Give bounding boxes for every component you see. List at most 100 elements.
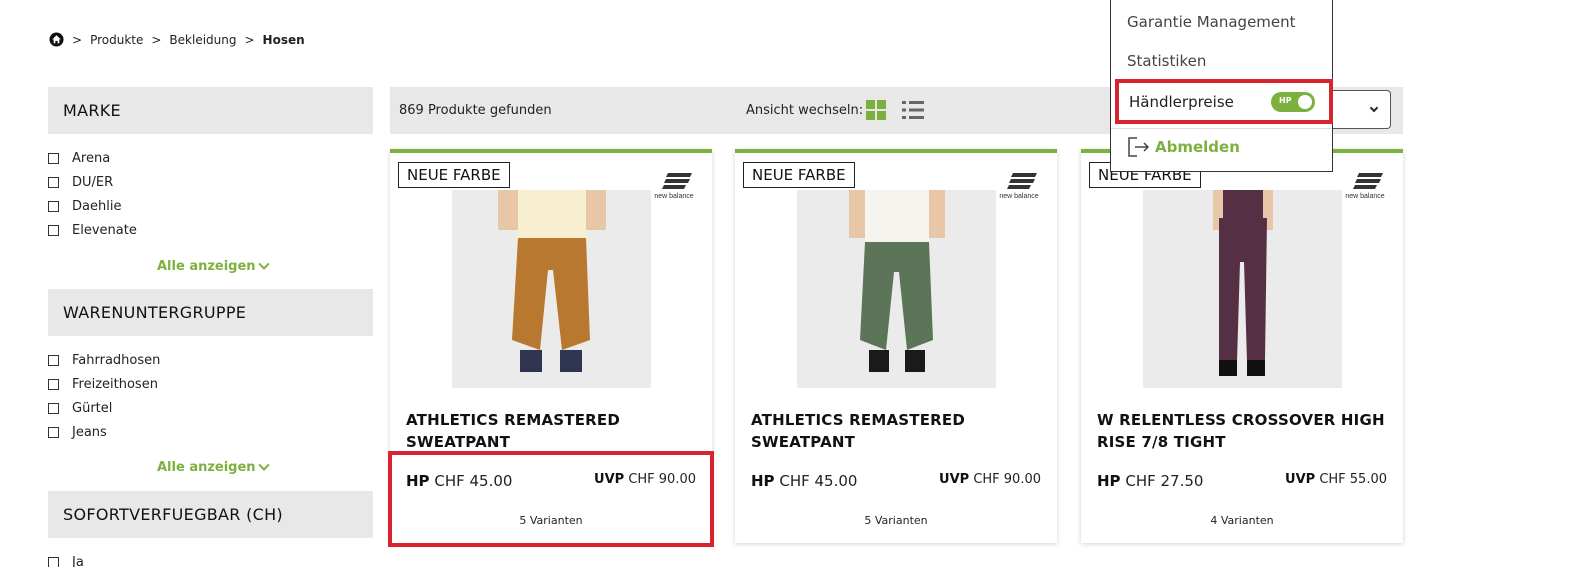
uvp-price: CHF 55.00 [1319, 472, 1387, 487]
variants-count: 5 Varianten [864, 514, 928, 527]
filter-option-label: Daehlie [72, 198, 122, 214]
filter-list-marke: Arena DU/ER Daehlie Elevenate [48, 146, 373, 242]
price-box: HP CHF 45.00 UVP CHF 90.00 5 Varianten [735, 452, 1057, 543]
results-count: 869 Produkte gefunden [399, 103, 552, 118]
menu-item-garantie-management[interactable]: Garantie Management [1127, 13, 1296, 31]
filter-option[interactable]: Jeans [48, 420, 373, 444]
filter-header-sofortverfuegbar[interactable]: SOFORTVERFUEGBAR (CH) [48, 491, 373, 538]
dealer-prices-row: Händlerpreise HP [1115, 79, 1333, 124]
dealer-prices-toggle[interactable]: HP [1271, 92, 1315, 112]
breadcrumb-link-produkte[interactable]: Produkte [90, 33, 143, 47]
retail-price: UVP CHF 90.00 [939, 472, 1041, 487]
hp-label: HP [406, 472, 430, 490]
filter-option[interactable]: DU/ER [48, 170, 373, 194]
breadcrumb: > Produkte > Bekleidung > Hosen [49, 32, 305, 47]
checkbox[interactable] [48, 426, 59, 438]
breadcrumb-separator: > [72, 32, 83, 47]
new-color-badge: NEUE FARBE [398, 162, 510, 188]
filter-option-label: Fahrradhosen [72, 352, 161, 368]
filter-option-label: Freizeithosen [72, 376, 158, 392]
show-all-marke-link[interactable]: Alle anzeigen [157, 258, 270, 274]
new-balance-logo-icon: new balance [1345, 173, 1385, 199]
product-title[interactable]: ATHLETICS REMASTERED SWEATPANT [406, 409, 701, 453]
toggle-text: HP [1279, 96, 1292, 105]
sort-select[interactable] [1330, 90, 1391, 129]
filter-header-marke[interactable]: MARKE [48, 87, 373, 134]
filter-option-label: DU/ER [72, 174, 114, 190]
checkbox[interactable] [48, 402, 59, 414]
filter-title: MARKE [63, 101, 121, 120]
filter-header-warenuntergruppe[interactable]: WARENUNTERGRUPPE [48, 289, 373, 336]
checkbox[interactable] [48, 200, 59, 212]
list-view-icon[interactable] [902, 100, 924, 120]
logout-icon [1128, 137, 1150, 157]
uvp-label: UVP [594, 472, 625, 487]
breadcrumb-separator: > [244, 32, 255, 47]
product-image[interactable] [797, 190, 996, 388]
show-all-warenuntergruppe-link[interactable]: Alle anzeigen [157, 459, 270, 475]
view-switch-label: Ansicht wechseln: [746, 103, 864, 118]
menu-divider [1111, 128, 1332, 129]
uvp-label: UVP [939, 472, 970, 487]
chevron-down-icon [257, 258, 270, 270]
dealer-prices-label: Händlerpreise [1129, 93, 1234, 111]
show-all-label: Alle anzeigen [157, 460, 256, 475]
uvp-price: CHF 90.00 [973, 472, 1041, 487]
dealer-price: HP CHF 27.50 [1097, 472, 1203, 490]
logout-button[interactable]: Abmelden [1127, 136, 1240, 158]
home-icon[interactable] [49, 32, 64, 47]
chevron-down-icon [1369, 103, 1379, 113]
hp-price: CHF 45.00 [434, 472, 513, 490]
new-color-badge: NEUE FARBE [743, 162, 855, 188]
product-image[interactable] [452, 190, 651, 388]
product-title[interactable]: W RELENTLESS CROSSOVER HIGH RISE 7/8 TIG… [1097, 409, 1392, 453]
filter-option-label: Elevenate [72, 222, 137, 238]
filter-option[interactable]: Freizeithosen [48, 372, 373, 396]
checkbox[interactable] [48, 378, 59, 390]
logout-label: Abmelden [1155, 138, 1240, 156]
product-card[interactable]: NEUE FARBE new balance W RELENTLESS CROS… [1081, 149, 1403, 543]
grid-view-icon[interactable] [866, 100, 886, 120]
show-all-label: Alle anzeigen [157, 259, 256, 274]
product-card[interactable]: NEUE FARBE new balance ATHLETICS REMASTE… [388, 149, 714, 547]
filter-list-warenuntergruppe: Fahrradhosen Freizeithosen Gürtel Jeans [48, 348, 373, 444]
hp-price: CHF 27.50 [1125, 472, 1204, 490]
filter-option[interactable]: Fahrradhosen [48, 348, 373, 372]
svg-text:new balance: new balance [1345, 193, 1384, 199]
svg-text:new balance: new balance [999, 193, 1038, 199]
chevron-down-icon [257, 459, 270, 471]
new-balance-logo-icon: new balance [999, 173, 1039, 199]
hp-label: HP [751, 472, 775, 490]
filter-option[interactable]: Elevenate [48, 218, 373, 242]
filter-option-label: Arena [72, 150, 111, 166]
filter-option[interactable]: Ja [48, 550, 373, 567]
user-menu-dropdown: Garantie Management Statistiken Händlerp… [1110, 0, 1333, 172]
filter-option[interactable]: Arena [48, 146, 373, 170]
uvp-label: UVP [1285, 472, 1316, 487]
toggle-knob [1298, 95, 1312, 109]
breadcrumb-current: Hosen [262, 32, 305, 47]
filter-option[interactable]: Daehlie [48, 194, 373, 218]
variants-count: 5 Varianten [519, 514, 583, 527]
hp-label: HP [1097, 472, 1121, 490]
dealer-price: HP CHF 45.00 [751, 472, 857, 490]
filter-list-sofortverfuegbar: Ja [48, 550, 373, 567]
price-box-highlighted: HP CHF 45.00 UVP CHF 90.00 5 Varianten [388, 451, 714, 547]
checkbox[interactable] [48, 152, 59, 164]
checkbox[interactable] [48, 556, 59, 567]
breadcrumb-link-bekleidung[interactable]: Bekleidung [169, 33, 236, 47]
retail-price: UVP CHF 90.00 [594, 472, 696, 487]
new-balance-logo-icon: new balance [654, 173, 694, 199]
product-title[interactable]: ATHLETICS REMASTERED SWEATPANT [751, 409, 1046, 453]
checkbox[interactable] [48, 354, 59, 366]
checkbox[interactable] [48, 224, 59, 236]
product-image[interactable] [1143, 190, 1342, 388]
svg-text:new balance: new balance [654, 193, 693, 199]
variants-count: 4 Varianten [1210, 514, 1274, 527]
checkbox[interactable] [48, 176, 59, 188]
menu-item-statistiken[interactable]: Statistiken [1127, 52, 1206, 70]
filter-option-label: Gürtel [72, 400, 113, 416]
filter-option[interactable]: Gürtel [48, 396, 373, 420]
product-card[interactable]: NEUE FARBE new balance ATHLETICS REMASTE… [735, 149, 1057, 543]
uvp-price: CHF 90.00 [628, 472, 696, 487]
